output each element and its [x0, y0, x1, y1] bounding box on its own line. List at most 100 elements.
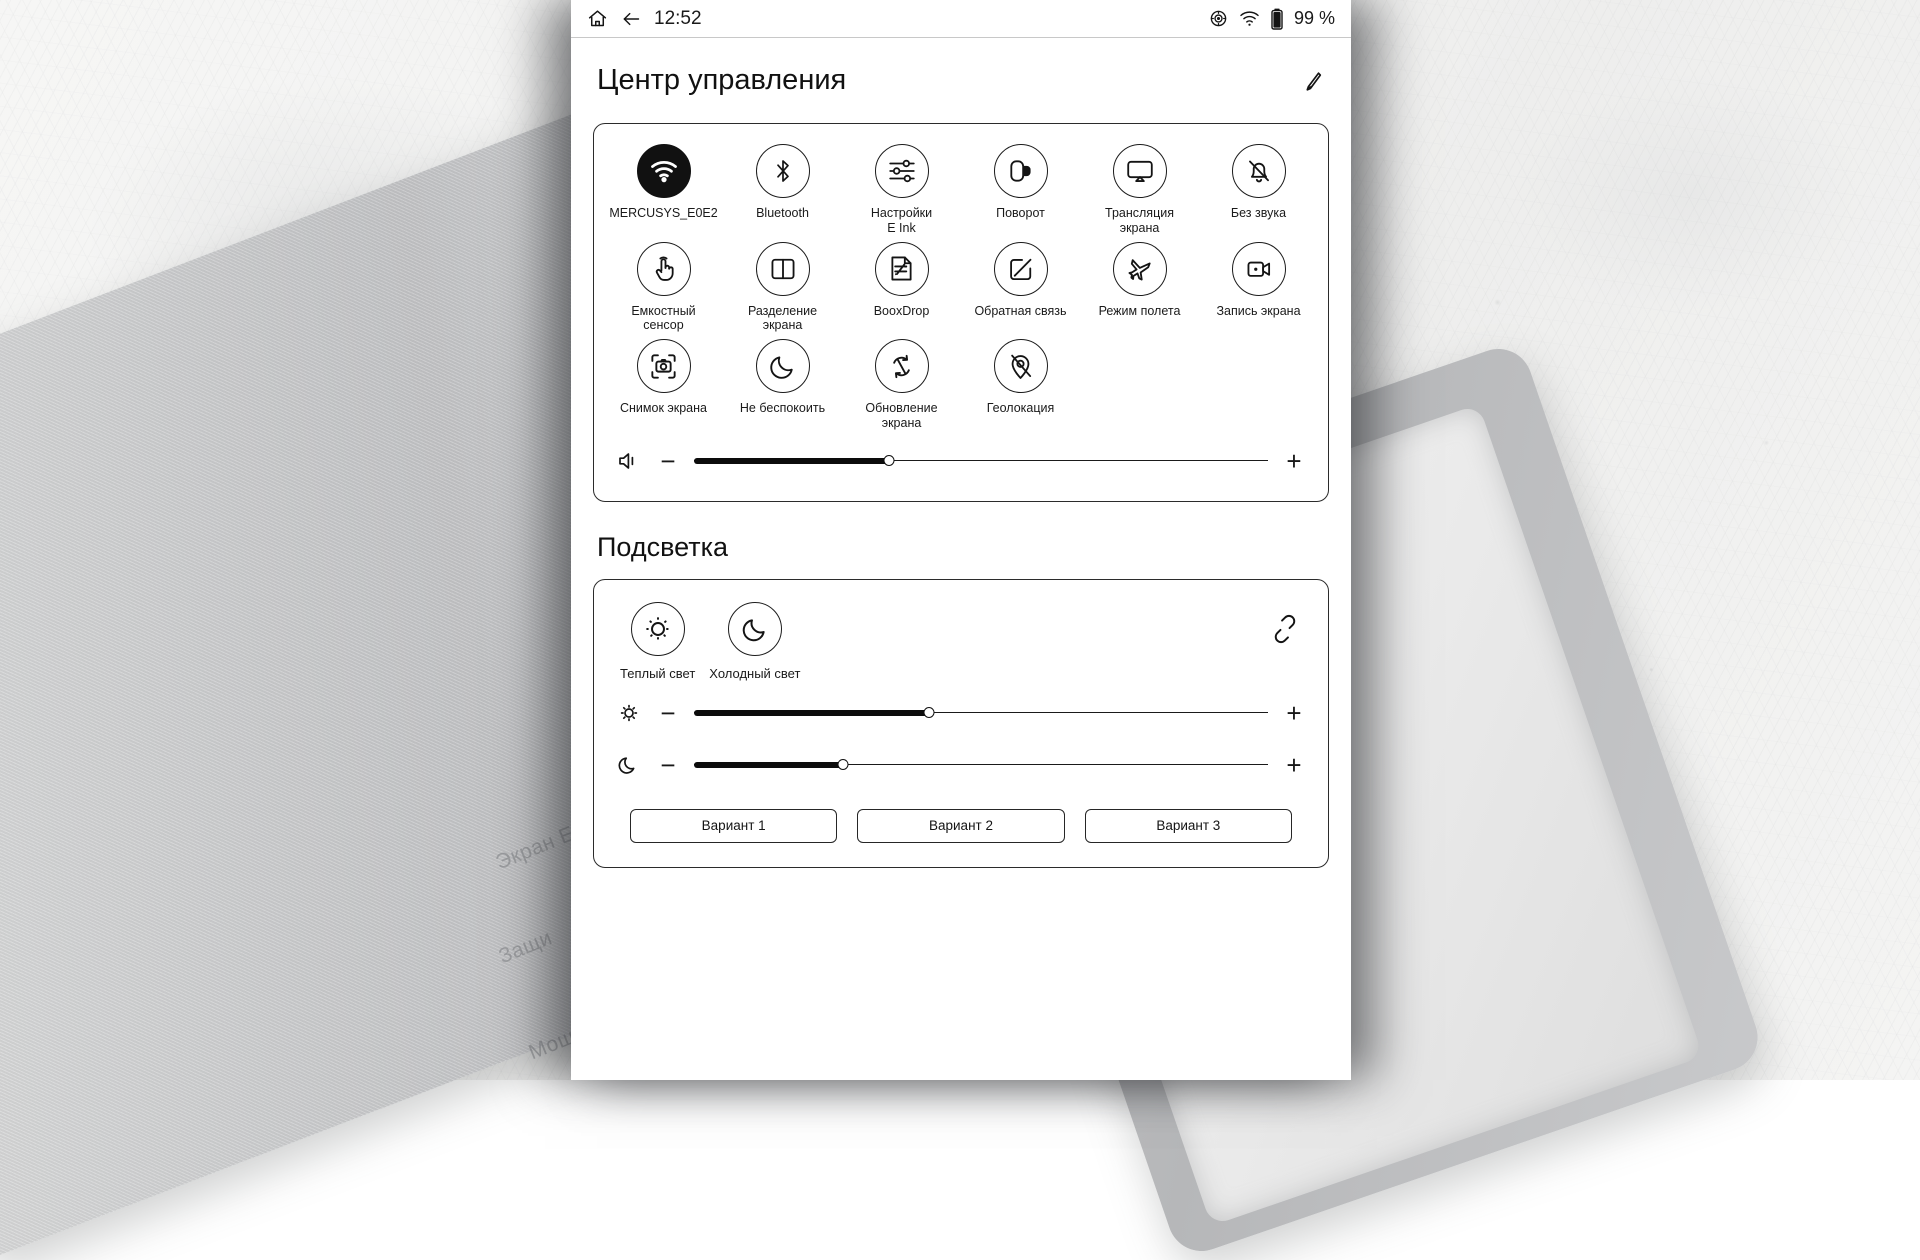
warm-light-slider-track[interactable] [694, 705, 1268, 721]
toggle-screen-cast[interactable]: Трансляцияэкрана [1080, 144, 1199, 236]
toggle-booxdrop[interactable]: BooxDrop [842, 242, 961, 334]
variant-button-row: Вариант 1 Вариант 2 Вариант 3 [594, 791, 1328, 867]
toggle-label: Емкостныйсенсор [631, 304, 695, 334]
slider-fill [694, 458, 889, 464]
light-mode-label: Теплый свет [620, 666, 695, 681]
screenshot-icon [637, 339, 691, 393]
airplane-icon [1113, 242, 1167, 296]
toggle-label: BooxDrop [874, 304, 930, 319]
toggle-eink-settings[interactable]: НастройкиE Ink [842, 144, 961, 236]
light-mode-warm[interactable]: Теплый свет [620, 602, 695, 681]
toggle-label: Снимок экрана [620, 401, 707, 416]
slider-fill [694, 710, 929, 716]
volume-decrease-button[interactable]: − [656, 448, 680, 474]
device-screen: 12:52 [571, 0, 1351, 1080]
toggle-mute[interactable]: Без звука [1199, 144, 1318, 236]
cast-screen-icon [1113, 144, 1167, 198]
toggle-label-text: Трансляцияэкрана [1105, 206, 1174, 235]
refresh-screen-icon [875, 339, 929, 393]
toggle-label: НастройкиE Ink [871, 206, 932, 236]
warm-decrease-button[interactable]: − [656, 700, 680, 726]
toggle-screen-refresh[interactable]: Обновлениеэкрана [842, 339, 961, 431]
toggle-label: Обратная связь [974, 304, 1066, 319]
cold-light-slider-row: − + [594, 739, 1328, 791]
backlight-heading: Подсветка [571, 502, 1351, 563]
toggle-label: Не беспокоить [740, 401, 825, 416]
volume-slider-row: − + [594, 435, 1328, 487]
pencil-edit-icon[interactable] [1301, 69, 1325, 93]
toggle-label-text: Разделениеэкрана [748, 304, 817, 333]
sun-icon [631, 602, 685, 656]
light-mode-cold[interactable]: Холодный свет [709, 602, 800, 681]
variant-1-button[interactable]: Вариант 1 [630, 809, 837, 843]
page-header: Центр управления [571, 38, 1351, 107]
cold-decrease-button[interactable]: − [656, 752, 680, 778]
toggle-label: Трансляцияэкрана [1105, 206, 1174, 236]
toggle-do-not-disturb[interactable]: Не беспокоить [723, 339, 842, 431]
toggle-wifi[interactable]: MERCUSYS_E0E2 [604, 144, 723, 236]
broken-link-icon[interactable] [1268, 612, 1302, 646]
bluetooth-icon [756, 144, 810, 198]
toggle-geolocation[interactable]: Геолокация [961, 339, 1080, 431]
volume-increase-button[interactable]: + [1282, 448, 1306, 474]
toggle-label: Поворот [996, 206, 1045, 221]
quick-settings-panel: MERCUSYS_E0E2 Bluetooth [593, 123, 1329, 502]
toggle-label-text: Емкостныйсенсор [631, 304, 695, 333]
toggle-screen-record[interactable]: Запись экрана [1199, 242, 1318, 334]
slider-knob[interactable] [884, 455, 895, 466]
toggle-label-text: НастройкиE Ink [871, 206, 932, 235]
variant-2-button[interactable]: Вариант 2 [857, 809, 1064, 843]
location-off-icon [994, 339, 1048, 393]
cold-increase-button[interactable]: + [1282, 752, 1306, 778]
battery-percent: 99 % [1294, 8, 1335, 29]
screen-record-icon [1232, 242, 1286, 296]
battery-icon [1271, 8, 1283, 30]
slider-knob[interactable] [924, 707, 935, 718]
status-time: 12:52 [654, 8, 702, 30]
split-screen-icon [756, 242, 810, 296]
bell-muted-icon [1232, 144, 1286, 198]
slider-fill [694, 762, 843, 768]
toggle-label: Запись экрана [1216, 304, 1300, 319]
status-bar: 12:52 [571, 0, 1351, 38]
toggle-label: Bluetooth [756, 206, 809, 221]
toggle-bluetooth[interactable]: Bluetooth [723, 144, 842, 236]
toggle-split-screen[interactable]: Разделениеэкрана [723, 242, 842, 334]
toggle-feedback[interactable]: Обратная связь [961, 242, 1080, 334]
moon-icon [728, 602, 782, 656]
warm-increase-button[interactable]: + [1282, 700, 1306, 726]
rotate-screen-icon [994, 144, 1048, 198]
booxdrop-icon [875, 242, 929, 296]
toggle-label: Геолокация [987, 401, 1055, 416]
variant-3-button[interactable]: Вариант 3 [1085, 809, 1292, 843]
moon-icon [756, 339, 810, 393]
backlight-panel: Теплый свет Холодный свет [593, 579, 1329, 868]
sun-small-icon [616, 702, 642, 724]
toggle-touch-sensor[interactable]: Емкостныйсенсор [604, 242, 723, 334]
toggle-label: Без звука [1231, 206, 1286, 221]
home-icon[interactable] [587, 8, 608, 29]
toggle-airplane-mode[interactable]: Режим полета [1080, 242, 1199, 334]
touch-hand-icon [637, 242, 691, 296]
cold-light-slider-track[interactable] [694, 757, 1268, 773]
toggle-grid: MERCUSYS_E0E2 Bluetooth [594, 124, 1328, 435]
feedback-icon [994, 242, 1048, 296]
slider-knob[interactable] [838, 759, 849, 770]
toggle-label: Обновлениеэкрана [865, 401, 937, 431]
toggle-label: Режим полета [1099, 304, 1181, 319]
volume-icon [616, 450, 642, 472]
warm-light-slider-row: − + [594, 687, 1328, 739]
wifi-icon[interactable] [1239, 10, 1260, 27]
wifi-icon [637, 144, 691, 198]
toggle-screenshot[interactable]: Снимок экрана [604, 339, 723, 431]
back-arrow-icon[interactable] [620, 9, 642, 29]
toggle-label-text: Обновлениеэкрана [865, 401, 937, 430]
sliders-icon [875, 144, 929, 198]
toggle-label: MERCUSYS_E0E2 [609, 206, 717, 221]
toggle-rotation[interactable]: Поворот [961, 144, 1080, 236]
volume-slider-track[interactable] [694, 453, 1268, 469]
refresh-mode-icon[interactable] [1209, 9, 1228, 28]
moon-small-icon [616, 754, 642, 776]
page-title: Центр управления [597, 64, 846, 97]
light-mode-label: Холодный свет [709, 666, 800, 681]
